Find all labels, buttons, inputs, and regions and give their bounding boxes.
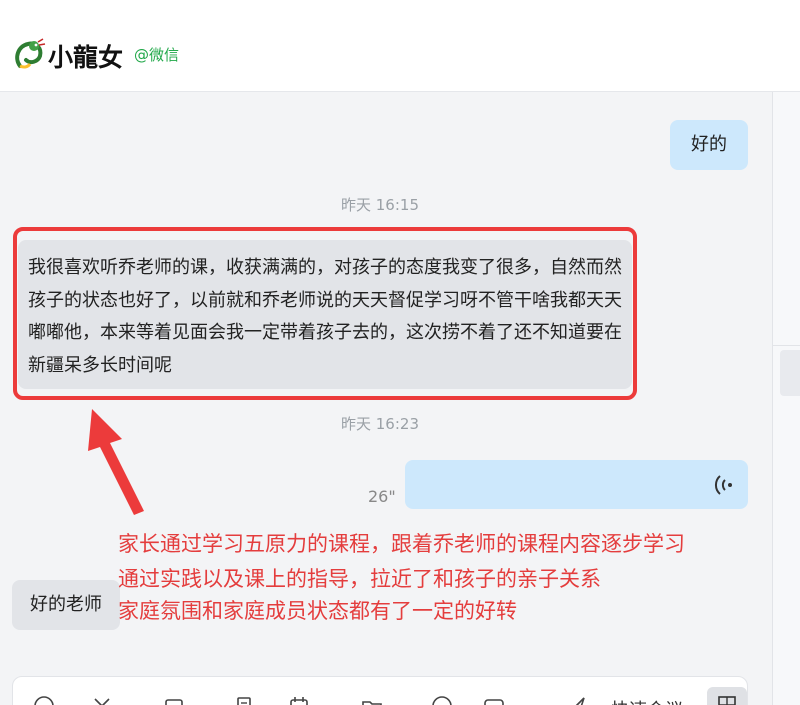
emoji-icon[interactable] <box>33 695 55 705</box>
voice-message[interactable] <box>405 460 748 509</box>
message-timestamp: 昨天 16:15 <box>341 196 419 214</box>
annotation-arrow-icon <box>88 409 144 515</box>
voice-duration: 26" <box>368 487 396 506</box>
right-panel-tab[interactable] <box>780 350 800 396</box>
voice-wave-icon <box>714 475 732 495</box>
scissors-icon[interactable] <box>91 695 113 705</box>
contact-source: @微信 <box>134 46 180 64</box>
contact-name[interactable]: 小龍女 <box>48 38 123 74</box>
right-panel-section-divider <box>773 345 800 346</box>
outgoing-message[interactable]: 好的 <box>670 120 748 170</box>
chat-bubble-icon[interactable] <box>431 695 453 705</box>
highlight-box <box>13 227 637 400</box>
quick-meeting-button[interactable]: 快速会议 <box>611 696 683 705</box>
message-box-icon[interactable] <box>483 695 505 705</box>
input-toolbar: 快速会议 <box>12 676 748 705</box>
grid-menu-button[interactable] <box>707 687 747 705</box>
annotation-line: 家长通过学习五原力的课程，跟着乔老师的课程内容逐步学习 <box>118 532 685 556</box>
send-icon[interactable] <box>565 695 587 705</box>
dragon-logo-icon <box>15 38 46 69</box>
annotation-line: 家庭氛围和家庭成员状态都有了一定的好转 <box>118 599 517 623</box>
document-icon[interactable] <box>233 695 255 705</box>
folder-icon[interactable] <box>361 695 383 705</box>
grid-icon <box>718 696 736 705</box>
right-side-panel[interactable] <box>773 92 800 705</box>
annotation-line: 通过实践以及课上的指导，拉近了和孩子的亲子关系 <box>118 567 601 591</box>
calendar-icon[interactable] <box>288 695 310 705</box>
chat-header: 小龍女 @微信 <box>0 0 800 92</box>
incoming-message[interactable]: 好的老师 <box>12 580 120 630</box>
screenshot-icon[interactable] <box>163 695 185 705</box>
